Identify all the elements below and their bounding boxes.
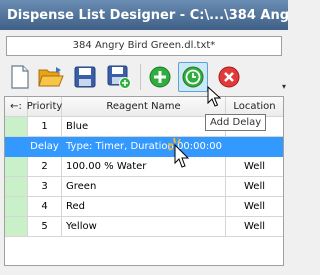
priority-cell[interactable]: 5 (28, 217, 62, 237)
table-row[interactable]: 3 Green Well (5, 177, 283, 197)
window-title: Dispense List Designer - C:\...\384 Angr… (0, 0, 288, 30)
add-delay-button[interactable] (178, 62, 208, 92)
add-delay-icon (182, 66, 204, 88)
reagent-name-cell[interactable]: Red (62, 197, 226, 217)
table-row[interactable]: 5 Yellow Well (5, 217, 283, 237)
priority-cell[interactable]: 4 (28, 197, 62, 217)
row-marker (5, 157, 28, 177)
reagent-name-cell[interactable]: 100.00 % Water (62, 157, 226, 177)
location-cell[interactable]: Well (226, 217, 283, 237)
row-marker (5, 137, 28, 157)
location-cell[interactable]: Well (226, 177, 283, 197)
new-document-button[interactable] (5, 62, 35, 92)
table-row-selected[interactable]: Delay Type: Timer, Duration 00:00:00 (5, 137, 283, 157)
reagent-name-cell[interactable]: Type: Timer, Duration 00:00:00 (62, 137, 226, 157)
save-as-button[interactable] (104, 62, 134, 92)
priority-cell[interactable]: 2 (28, 157, 62, 177)
add-delay-tooltip: Add Delay (205, 114, 267, 131)
click-indicator-icon (167, 137, 190, 168)
reagent-name-cell[interactable]: Green (62, 177, 226, 197)
location-cell[interactable] (226, 137, 283, 157)
new-document-icon (11, 65, 29, 89)
reagent-name-cell[interactable]: Yellow (62, 217, 226, 237)
priority-cell[interactable]: 3 (28, 177, 62, 197)
add-icon (149, 66, 171, 88)
remove-icon (218, 66, 240, 88)
toolbar-overflow-icon[interactable]: ▾ (282, 82, 286, 91)
table-row[interactable]: 2 100.00 % Water Well (5, 157, 283, 177)
save-as-icon (107, 65, 131, 89)
row-marker (5, 217, 28, 237)
save-icon (74, 66, 96, 88)
priority-cell[interactable]: Delay (28, 137, 62, 157)
location-cell[interactable]: Well (226, 157, 283, 177)
location-cell[interactable]: Well (226, 197, 283, 217)
mouse-pointer-icon (207, 86, 221, 107)
reagent-name-cell[interactable]: Blue (62, 117, 226, 137)
toolbar: ▾ (0, 60, 288, 96)
toolbar-separator (140, 64, 141, 90)
column-header-priority[interactable]: Priority (27, 97, 62, 117)
open-folder-icon (38, 67, 64, 87)
file-name-field: 384 Angry Bird Green.dl.txt* (6, 36, 282, 56)
row-marker (5, 197, 28, 217)
column-header-arrow[interactable]: ←: (5, 97, 28, 117)
row-marker (5, 117, 28, 137)
add-button[interactable] (145, 62, 175, 92)
column-header-reagent-name[interactable]: Reagent Name (62, 97, 226, 117)
open-button[interactable] (36, 62, 66, 92)
save-button[interactable] (70, 62, 100, 92)
table-row[interactable]: 4 Red Well (5, 197, 283, 217)
row-marker (5, 177, 28, 197)
priority-cell[interactable]: 1 (28, 117, 62, 137)
